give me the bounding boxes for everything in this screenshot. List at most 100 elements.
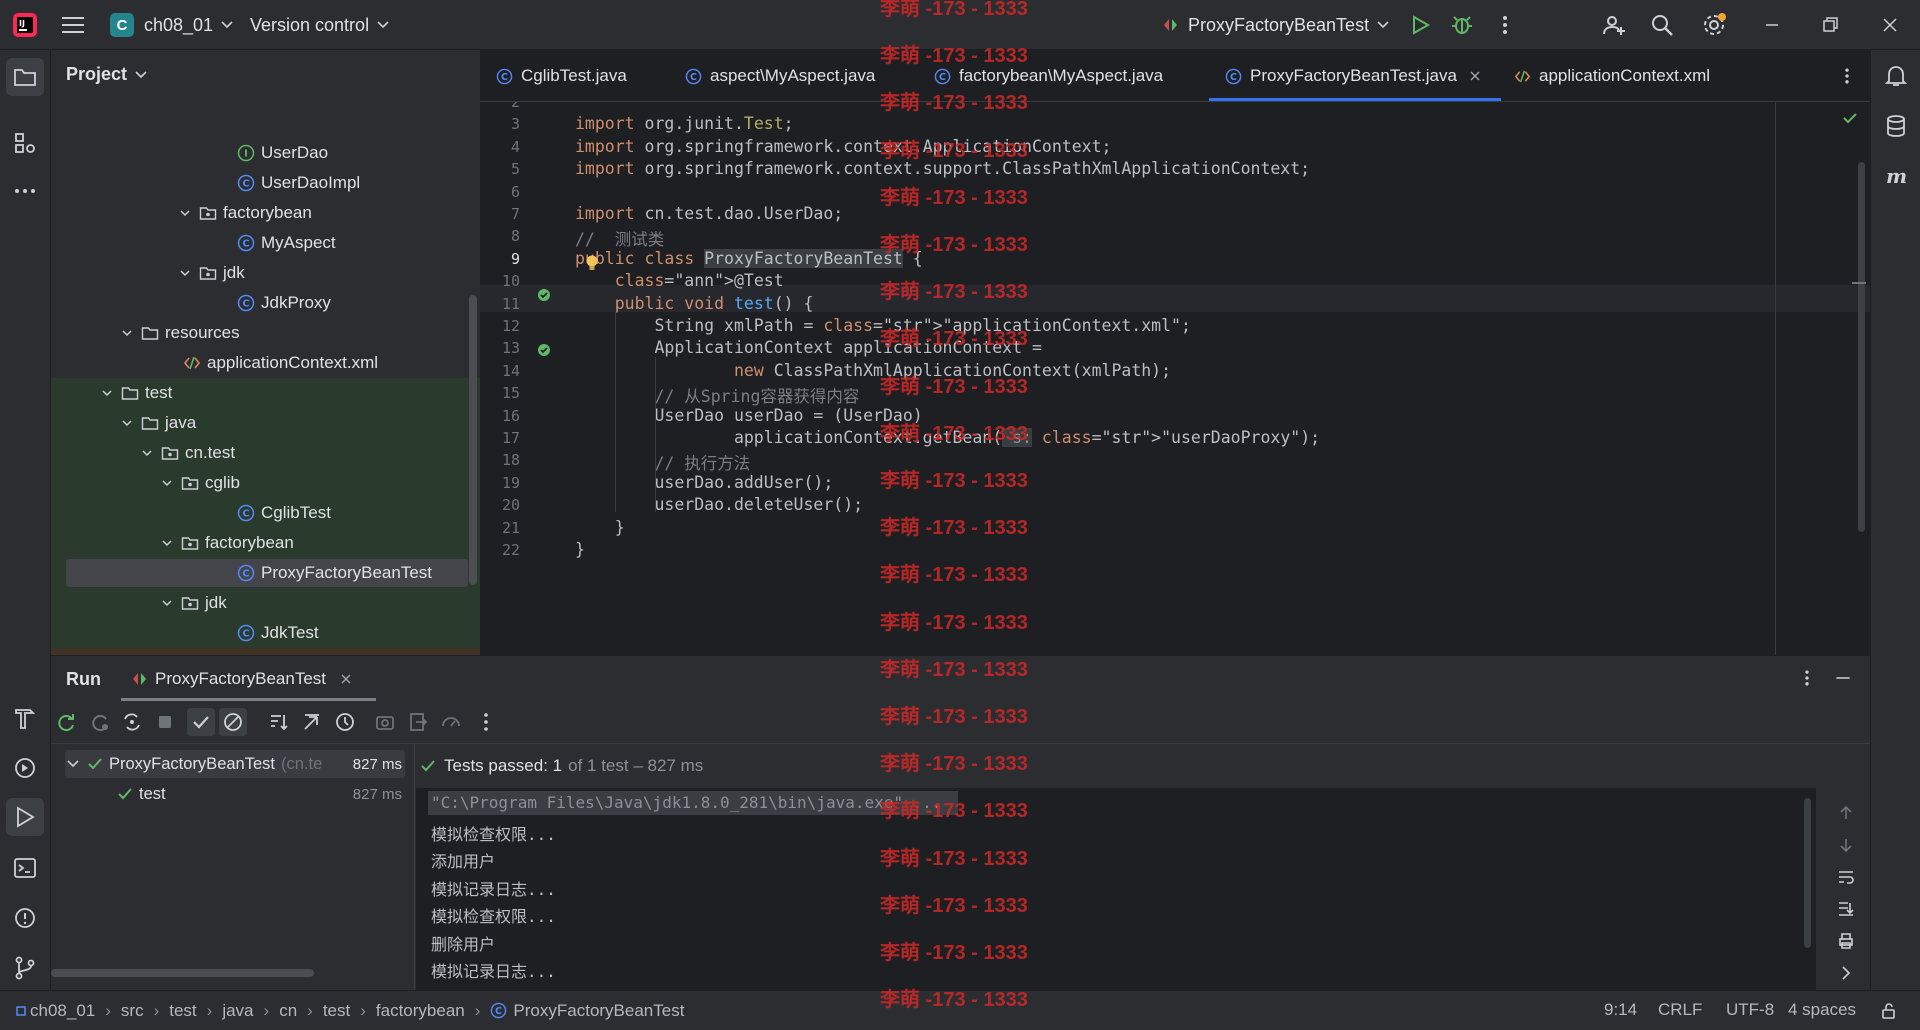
minimize-panel-icon[interactable] [1833, 668, 1853, 688]
test-tree-scrollbar[interactable] [51, 969, 314, 977]
code-editor[interactable]: 2 3 import org.junit.Test; 4 import org.spri… [480, 102, 1870, 655]
close-icon[interactable] [1878, 13, 1902, 37]
problems-icon[interactable] [12, 905, 38, 931]
tab-factorybean-myaspect[interactable]: C factorybean\MyAspect.java [934, 50, 1163, 102]
code-line[interactable]: ApplicationContext applicationContext = [575, 338, 1041, 357]
more-vertical-icon[interactable] [1797, 668, 1817, 688]
project-tree-item[interactable]: cn.test [51, 438, 480, 468]
chevron-down-icon[interactable] [177, 205, 193, 221]
build-hammer-icon[interactable] [12, 705, 38, 731]
code-line[interactable]: userDao.deleteUser(); [575, 495, 863, 514]
add-user-icon[interactable] [1602, 13, 1626, 37]
line-separator[interactable]: CRLF [1658, 1000, 1702, 1020]
project-panel-header[interactable]: Project [66, 64, 147, 85]
coverage-icon[interactable] [440, 711, 462, 733]
chevron-down-icon[interactable] [159, 535, 175, 551]
code-line[interactable]: } [575, 540, 585, 559]
tab-proxyfactorybeantest[interactable]: C ProxyFactoryBeanTest.java [1225, 50, 1481, 102]
project-tree-item[interactable]: C CglibTest [51, 498, 480, 528]
breadcrumb-item[interactable]: java [222, 1001, 253, 1021]
close-tab-icon[interactable] [340, 673, 352, 685]
project-tree-item[interactable]: factorybean [51, 528, 480, 558]
project-folder-icon[interactable] [12, 64, 38, 90]
breadcrumb-item[interactable]: test [323, 1001, 350, 1021]
tab-cglibtest[interactable]: C CglibTest.java [496, 50, 627, 102]
stop-icon[interactable] [154, 711, 176, 733]
tab-aspect-myaspect[interactable]: C aspect\MyAspect.java [685, 50, 875, 102]
project-scrollbar[interactable] [469, 295, 477, 585]
chevron-down-icon[interactable] [119, 325, 135, 341]
chevron-down-icon[interactable] [139, 445, 155, 461]
lock-icon[interactable] [1880, 1002, 1898, 1020]
chevron-down-icon[interactable] [159, 475, 175, 491]
code-line[interactable]: } [575, 518, 625, 537]
project-tree-item[interactable]: C UserDaoImpl [51, 168, 480, 198]
scroll-up-icon[interactable] [1837, 804, 1855, 822]
code-line[interactable]: new ClassPathXmlApplicationContext(xmlPa… [575, 361, 1171, 380]
code-line[interactable]: // 从Spring容器获得内容 [575, 383, 859, 407]
project-tree-item[interactable]: jdk [51, 258, 480, 288]
breadcrumb-item[interactable]: C ProxyFactoryBeanTest [490, 1001, 684, 1021]
show-ignored-icon[interactable] [222, 711, 244, 733]
project-tree-item[interactable]: cglib [51, 468, 480, 498]
close-tab-icon[interactable] [1469, 70, 1481, 82]
more-tools-icon[interactable] [12, 178, 38, 204]
editor-scrollbar[interactable] [1858, 162, 1865, 532]
services-icon[interactable] [12, 755, 38, 781]
debug-icon[interactable] [1450, 13, 1474, 37]
project-tree-item[interactable]: factorybean [51, 198, 480, 228]
maven-icon[interactable]: m [1883, 163, 1909, 189]
structure-icon[interactable] [12, 130, 38, 156]
sort-icon[interactable] [268, 711, 290, 733]
tab-options-icon[interactable] [1837, 66, 1857, 86]
run-tool-icon[interactable] [12, 804, 38, 830]
export-icon[interactable] [407, 711, 429, 733]
breadcrumb-item[interactable]: factorybean [376, 1001, 465, 1021]
project-switcher[interactable]: C ch08_01 [110, 0, 233, 50]
collapse-all-icon[interactable] [301, 711, 323, 733]
settings-gear-icon[interactable] [1702, 13, 1726, 37]
project-tree-item[interactable]: resources [51, 318, 480, 348]
console-scrollbar[interactable] [1804, 798, 1811, 948]
show-passed-icon[interactable] [190, 711, 212, 733]
database-icon[interactable] [1883, 113, 1909, 139]
code-line[interactable]: String xmlPath = class="str">"applicatio… [575, 316, 1190, 335]
code-line[interactable]: public void test() { [575, 294, 814, 313]
more-vertical-icon[interactable] [475, 711, 497, 733]
chevron-down-icon[interactable] [99, 385, 115, 401]
chevron-down-icon[interactable] [177, 265, 193, 281]
app-logo-icon[interactable]: IJ [12, 0, 38, 50]
project-tree-item[interactable]: applicationContext.xml [51, 348, 480, 378]
restore-icon[interactable] [1818, 13, 1842, 37]
scroll-down-icon[interactable] [1837, 836, 1855, 854]
scroll-to-end-icon[interactable] [1837, 900, 1855, 918]
rerun-failed-icon[interactable] [89, 711, 111, 733]
test-row-method[interactable]: test 827 ms [117, 780, 402, 808]
rerun-icon[interactable] [55, 711, 77, 733]
code-line[interactable]: import cn.test.dao.UserDao; [575, 204, 843, 223]
code-line[interactable]: // 执行方法 [575, 450, 750, 474]
project-tree-item[interactable]: C JdkTest [51, 618, 480, 648]
code-line[interactable]: import org.springframework.context.Appli… [575, 137, 1111, 156]
console-output[interactable]: "C:\Program Files\Java\jdk1.8.0_281\bin\… [416, 788, 1816, 991]
breadcrumb-item[interactable]: cn [279, 1001, 297, 1021]
chevron-down-icon[interactable] [159, 595, 175, 611]
run-icon[interactable] [1408, 13, 1432, 37]
breadcrumb-item[interactable]: test [169, 1001, 196, 1021]
version-control-menu[interactable]: Version control [250, 0, 389, 50]
code-line[interactable]: applicationContext.getBean( s: class="st… [575, 428, 1320, 447]
code-line[interactable]: import org.springframework.context.suppo… [575, 159, 1310, 178]
git-branch-icon[interactable] [12, 955, 38, 981]
screenshot-icon[interactable] [374, 711, 396, 733]
run-test-gutter-icon[interactable] [536, 287, 552, 303]
lightbulb-icon[interactable] [584, 254, 600, 272]
project-tree-item[interactable]: jdk [51, 588, 480, 618]
run-config-selector[interactable]: ProxyFactoryBeanTest [1162, 0, 1389, 50]
run-test-gutter-icon[interactable] [536, 342, 552, 358]
project-tree-item[interactable]: test [51, 378, 480, 408]
project-tree-item[interactable]: C JdkProxy [51, 288, 480, 318]
project-tree-item[interactable]: I UserDao [51, 138, 480, 168]
chevron-down-icon[interactable] [119, 415, 135, 431]
breadcrumb-item[interactable]: ch08_01 [16, 1001, 95, 1021]
toggle-auto-test-icon[interactable] [121, 711, 143, 733]
